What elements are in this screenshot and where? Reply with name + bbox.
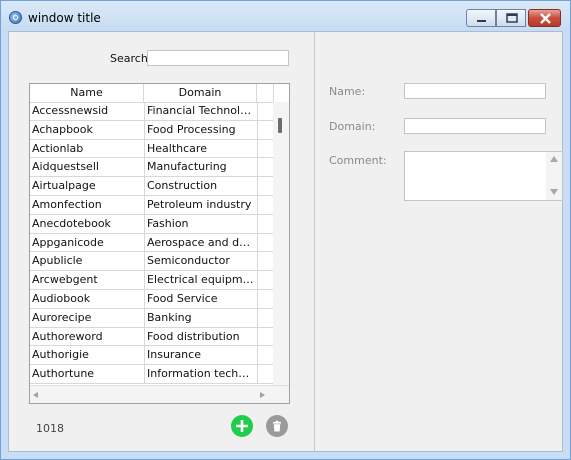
cell-filler xyxy=(257,158,274,177)
scroll-left-icon[interactable] xyxy=(33,392,38,398)
app-icon xyxy=(9,11,22,24)
cell-filler xyxy=(257,120,274,139)
cell-name[interactable]: Aurorecipe xyxy=(32,309,141,327)
search-label: Search xyxy=(110,52,148,65)
search-input[interactable] xyxy=(147,50,289,66)
cell-domain[interactable]: Healthcare xyxy=(144,139,256,158)
table-row[interactable]: Authorigie Insurance xyxy=(30,346,274,366)
close-button[interactable] xyxy=(528,9,561,27)
table-row[interactable]: Achapbook Food Processing xyxy=(30,120,274,140)
cell-domain[interactable]: Electrical equipment xyxy=(144,271,256,290)
column-header-domain[interactable]: Domain xyxy=(144,84,257,102)
table-row[interactable]: Authoreword Food distribution xyxy=(30,327,274,347)
table-row[interactable]: Airtualpage Construction xyxy=(30,177,273,196)
minimize-button[interactable] xyxy=(466,9,496,27)
cell-filler xyxy=(257,365,274,384)
table-row[interactable]: Amonfection Petroleum industry xyxy=(30,195,274,215)
cell-filler xyxy=(257,327,274,346)
cell-filler xyxy=(257,289,274,308)
cell-filler xyxy=(257,271,274,290)
cell-domain[interactable]: Information technol... xyxy=(144,365,256,384)
comment-label: Comment: xyxy=(329,154,387,167)
cell-filler xyxy=(257,177,274,196)
client-area: Search Name Domain Accessnewsid Financial… xyxy=(8,31,563,452)
title-bar[interactable]: window title xyxy=(1,1,570,31)
name-field[interactable] xyxy=(404,83,546,99)
cell-name[interactable]: Airtualpage xyxy=(32,177,141,195)
cell-domain[interactable]: Fashion xyxy=(144,214,256,233)
comment-field[interactable] xyxy=(404,151,563,201)
close-icon xyxy=(540,13,551,24)
cell-filler xyxy=(257,214,274,233)
cell-filler xyxy=(257,139,274,158)
cell-name[interactable]: Audiobook xyxy=(32,290,141,308)
table-row[interactable]: Aidquestsell Manufacturing xyxy=(30,158,274,178)
table-row[interactable]: Authortune Information technol... xyxy=(30,365,273,384)
cell-filler xyxy=(257,195,274,214)
add-button[interactable] xyxy=(231,415,253,437)
cell-name[interactable]: Actionlab xyxy=(32,140,141,158)
vertical-scrollbar[interactable] xyxy=(273,102,289,385)
table-row[interactable]: Arcwebgent Electrical equipment xyxy=(30,271,273,290)
table-row[interactable]: Anecdotebook Fashion xyxy=(30,214,274,234)
cell-domain[interactable]: Food Processing xyxy=(144,120,256,139)
cell-domain[interactable]: Food Service xyxy=(144,289,256,308)
delete-button[interactable] xyxy=(266,415,288,437)
cell-name[interactable]: Authortune xyxy=(32,365,141,383)
scroll-up-icon[interactable] xyxy=(550,156,558,162)
cell-name[interactable]: Aidquestsell xyxy=(32,158,141,176)
table-row[interactable]: Aurorecipe Banking xyxy=(30,308,274,328)
table-body: Accessnewsid Financial Technology Achapboo… xyxy=(30,102,273,384)
table-row[interactable]: Actionlab Healthcare xyxy=(30,139,274,159)
record-count: 1018 xyxy=(36,422,64,435)
scroll-right-icon[interactable] xyxy=(260,392,265,398)
comment-scrollbar[interactable] xyxy=(546,152,562,200)
cell-domain[interactable]: Banking xyxy=(144,308,256,327)
domain-field[interactable] xyxy=(404,118,546,134)
cell-domain[interactable]: Aerospace and defe... xyxy=(144,233,256,252)
column-header-name[interactable]: Name xyxy=(30,84,144,102)
cell-filler xyxy=(257,233,274,252)
table-header: Name Domain xyxy=(30,84,289,103)
cell-name[interactable]: Accessnewsid xyxy=(32,102,141,120)
cell-filler xyxy=(257,308,274,327)
cell-name[interactable]: Amonfection xyxy=(32,196,141,214)
cell-name[interactable]: Authorigie xyxy=(32,346,141,364)
cell-domain[interactable]: Petroleum industry xyxy=(144,195,256,214)
cell-domain[interactable]: Food distribution xyxy=(144,327,256,346)
table-row[interactable]: Accessnewsid Financial Technology xyxy=(30,102,273,121)
table-row[interactable]: Appganicode Aerospace and defe... xyxy=(30,233,274,253)
plus-icon xyxy=(236,420,248,432)
trash-icon xyxy=(273,420,281,432)
cell-filler xyxy=(257,102,274,120)
window-title: window title xyxy=(28,11,101,25)
column-header-filler xyxy=(257,84,274,102)
cell-name[interactable]: Authoreword xyxy=(32,328,141,346)
table-row[interactable]: Apublicle Semiconductor xyxy=(30,252,274,272)
scroll-thumb[interactable] xyxy=(278,118,282,133)
table-row[interactable]: Audiobook Food Service xyxy=(30,289,274,309)
cell-name[interactable]: Arcwebgent xyxy=(32,271,141,289)
cell-name[interactable]: Achapbook xyxy=(32,121,141,139)
cell-filler xyxy=(257,346,274,365)
cell-domain[interactable]: Financial Technology xyxy=(144,102,256,120)
minimize-icon xyxy=(477,20,486,22)
app-window: window title Search Name Domain Accessne… xyxy=(0,0,571,460)
maximize-icon xyxy=(506,13,518,23)
maximize-button[interactable] xyxy=(496,9,526,27)
scroll-down-icon[interactable] xyxy=(550,189,558,195)
cell-filler xyxy=(257,252,274,271)
cell-name[interactable]: Appganicode xyxy=(32,234,141,252)
cell-domain[interactable]: Construction xyxy=(144,177,256,196)
cell-domain[interactable]: Semiconductor xyxy=(144,252,256,271)
cell-domain[interactable]: Manufacturing xyxy=(144,158,256,177)
panel-divider[interactable] xyxy=(314,32,315,451)
horizontal-scrollbar[interactable] xyxy=(30,385,289,403)
cell-domain[interactable]: Insurance xyxy=(144,346,256,365)
domain-label: Domain: xyxy=(329,120,376,133)
entries-table: Name Domain Accessnewsid Financial Techno… xyxy=(29,83,290,404)
name-label: Name: xyxy=(329,85,366,98)
cell-name[interactable]: Apublicle xyxy=(32,252,141,270)
cell-name[interactable]: Anecdotebook xyxy=(32,215,141,233)
